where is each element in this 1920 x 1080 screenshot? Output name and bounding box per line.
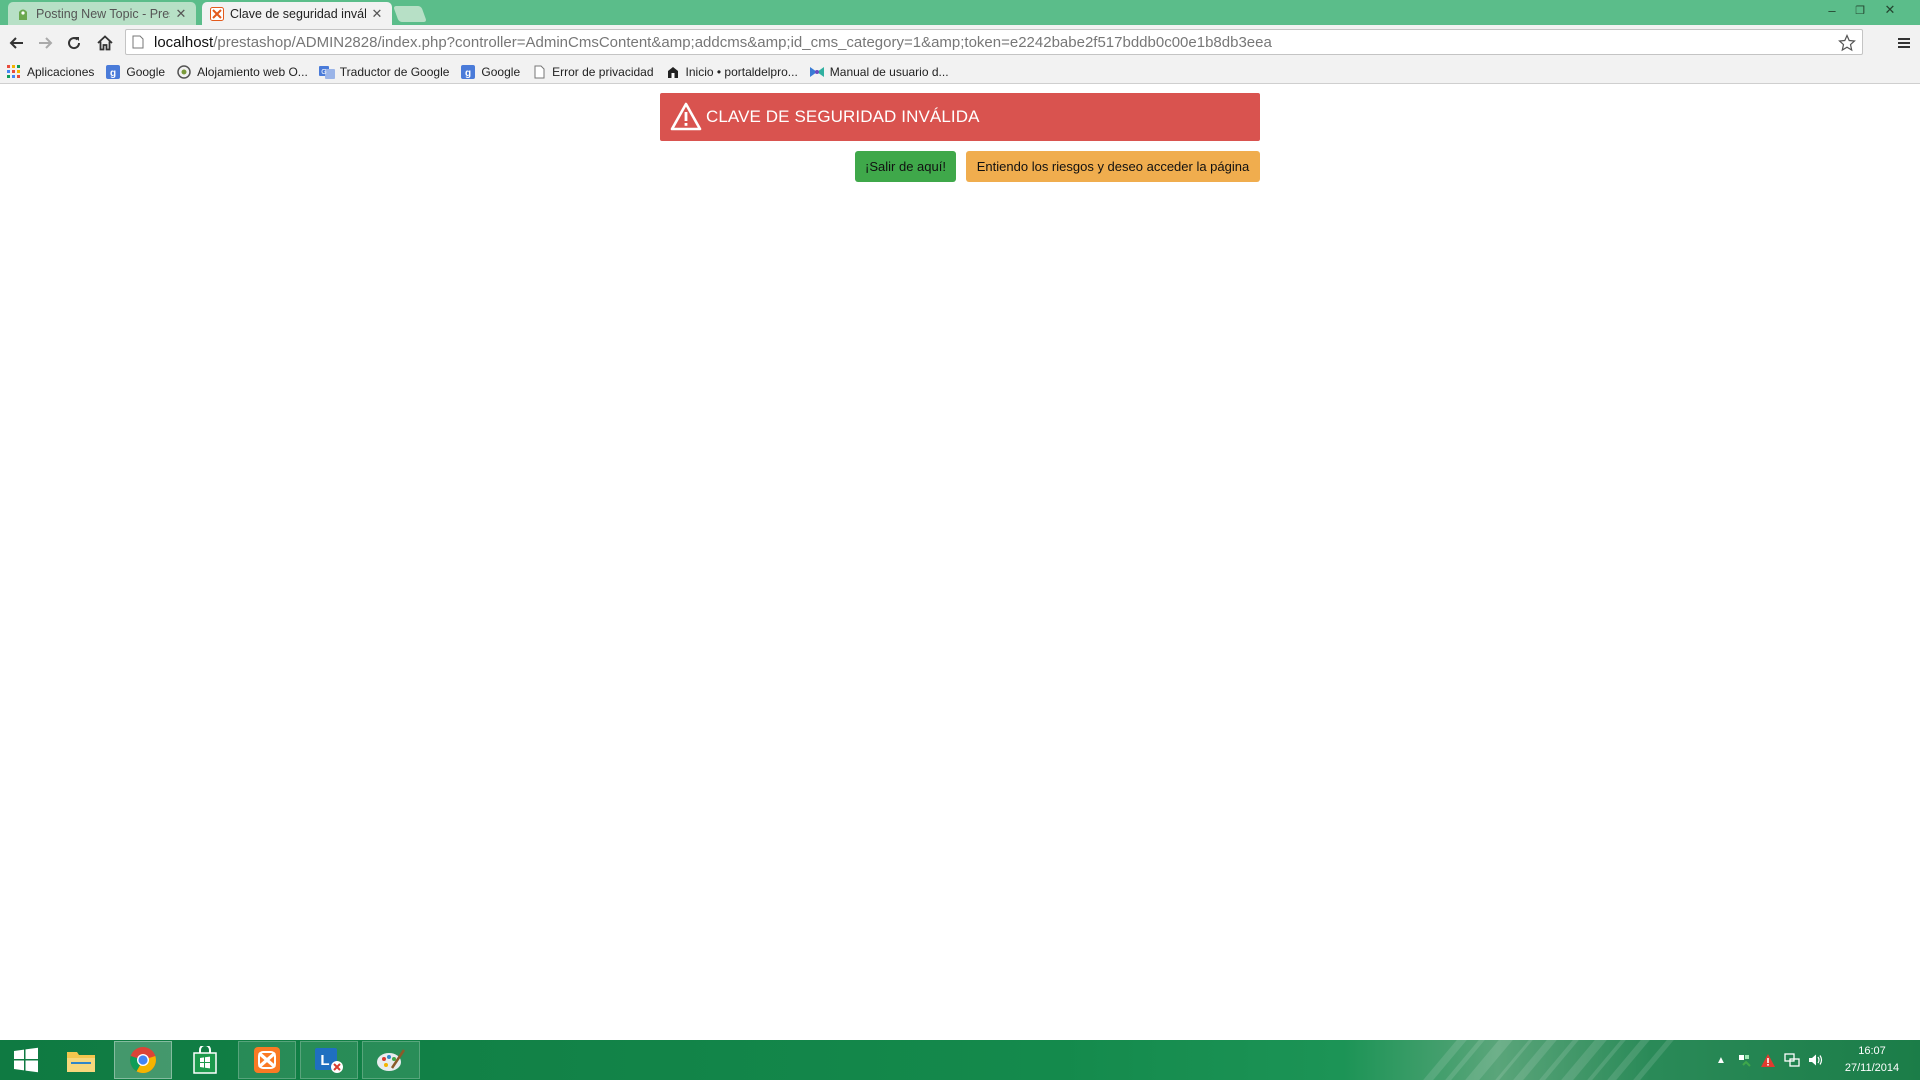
xampp-favicon-icon — [210, 6, 224, 21]
windows-taskbar: L ▲ 16:07 27/11/2014 — [0, 1040, 1920, 1080]
forward-arrow-icon — [39, 37, 53, 49]
taskbar-paint[interactable] — [362, 1041, 420, 1079]
show-hidden-icons-button[interactable]: ▲ — [1714, 1040, 1728, 1080]
browser-titlebar: Posting New Topic - Presta ✕ Clave de se… — [0, 0, 1920, 25]
apps-grid-icon — [6, 64, 22, 80]
tab-close-icon[interactable]: ✕ — [370, 6, 384, 22]
bookmark-google-2[interactable]: g Google — [460, 62, 520, 82]
tray-network-icon[interactable] — [1782, 1040, 1802, 1080]
prestashop-favicon-icon — [16, 7, 30, 21]
tab-title: Clave de seguridad inválid — [230, 6, 366, 21]
tab-close-icon[interactable]: ✕ — [174, 6, 188, 22]
chrome-menu-button[interactable] — [1893, 32, 1915, 54]
bookmark-label: Traductor de Google — [339, 64, 450, 79]
tray-volume-icon[interactable] — [1806, 1040, 1826, 1080]
close-icon: ✕ — [1884, 2, 1896, 17]
manual-icon — [809, 64, 825, 80]
url-host: localhost — [154, 33, 214, 51]
alert-message: CLAVE DE SEGURIDAD INVÁLIDA — [706, 107, 980, 126]
tab-clave-seguridad[interactable]: Clave de seguridad inválid ✕ — [202, 2, 392, 25]
svg-text:L: L — [320, 1052, 329, 1069]
reload-button[interactable] — [62, 31, 86, 55]
bookmark-aplicaciones[interactable]: Aplicaciones — [6, 62, 94, 82]
browser-toolbar: localhost/prestashop/ADMIN2828/index.php… — [0, 25, 1920, 60]
paint-icon — [377, 1049, 406, 1071]
hosting-icon — [176, 64, 192, 80]
minimize-button[interactable]: – — [1818, 0, 1846, 20]
bookmark-alojamiento[interactable]: Alojamiento web O... — [176, 62, 308, 82]
translate-icon: G — [318, 64, 335, 80]
taskbar-chrome[interactable] — [114, 1041, 172, 1079]
start-button[interactable] — [0, 1040, 52, 1080]
exit-button[interactable]: ¡Salir de aquí! — [855, 151, 956, 182]
bookmark-label: Google — [126, 64, 166, 79]
reload-icon — [68, 37, 81, 50]
bookmark-label: Aplicaciones — [27, 64, 95, 79]
bookmark-star-icon[interactable] — [1836, 32, 1858, 54]
home-icon — [97, 35, 113, 51]
clock-date: 27/11/2014 — [1844, 1062, 1900, 1074]
google-icon: g — [105, 64, 121, 80]
new-tab-button[interactable] — [393, 6, 427, 22]
tray-flag-icon[interactable] — [1734, 1040, 1754, 1080]
tab-title: Posting New Topic - Presta — [36, 6, 170, 21]
bookmarks-bar: Aplicaciones g Google Alojamiento web O.… — [0, 60, 1920, 84]
page-content: CLAVE DE SEGURIDAD INVÁLIDA ¡Salir de aq… — [0, 85, 1920, 1040]
hamburger-menu-icon — [1898, 38, 1910, 48]
taskbar-lync[interactable]: L — [300, 1041, 358, 1079]
bookmark-error-privacidad[interactable]: Error de privacidad — [531, 62, 654, 82]
store-icon — [193, 1046, 217, 1074]
clock-time: 16:07 — [1858, 1045, 1886, 1057]
portal-icon — [665, 64, 681, 80]
close-window-button[interactable]: ✕ — [1876, 0, 1904, 20]
forward-button[interactable] — [33, 31, 57, 55]
bookmark-manual[interactable]: Manual de usuario d... — [809, 62, 949, 82]
chrome-icon — [130, 1047, 156, 1074]
address-bar[interactable]: localhost/prestashop/ADMIN2828/index.php… — [125, 29, 1863, 55]
back-arrow-icon — [9, 37, 23, 49]
restore-icon: ❐ — [1855, 4, 1865, 17]
taskbar-file-explorer[interactable] — [52, 1041, 110, 1079]
restore-button[interactable]: ❐ — [1846, 0, 1874, 20]
bookmark-label: Alojamiento web O... — [197, 64, 308, 79]
invalid-token-alert: CLAVE DE SEGURIDAD INVÁLIDA — [660, 93, 1260, 141]
windows-logo-icon — [14, 1047, 38, 1073]
home-button[interactable] — [93, 31, 117, 55]
bookmark-traductor[interactable]: G Traductor de Google — [318, 62, 450, 82]
bookmark-label: Manual de usuario d... — [829, 64, 949, 79]
page-icon — [132, 35, 144, 49]
taskbar-store[interactable] — [176, 1041, 234, 1079]
tab-posting-new-topic[interactable]: Posting New Topic - Presta ✕ — [8, 2, 196, 25]
svg-text:g: g — [465, 68, 471, 79]
bookmark-portal[interactable]: Inicio • portaldelpro... — [665, 62, 798, 82]
taskbar-clock[interactable]: 16:07 27/11/2014 — [1830, 1043, 1914, 1077]
file-explorer-icon — [67, 1052, 95, 1072]
back-button[interactable] — [5, 31, 29, 55]
proceed-anyway-button[interactable]: Entiendo los riesgos y deseo acceder la … — [966, 151, 1260, 182]
svg-text:g: g — [110, 68, 116, 79]
svg-text:G: G — [321, 69, 326, 76]
lync-icon: L — [315, 1048, 343, 1073]
bookmark-label: Google — [481, 64, 521, 79]
bookmark-google[interactable]: g Google — [105, 62, 165, 82]
tray-warning-icon[interactable] — [1758, 1040, 1778, 1080]
taskbar-xampp[interactable] — [238, 1041, 296, 1079]
page-icon — [531, 64, 547, 80]
minimize-icon: – — [1828, 2, 1836, 18]
bookmark-label: Inicio • portaldelpro... — [685, 64, 798, 79]
google-icon: g — [460, 64, 476, 80]
warning-triangle-icon — [670, 102, 702, 131]
bookmark-label: Error de privacidad — [552, 64, 654, 79]
xampp-icon — [254, 1047, 280, 1073]
url-path: /prestashop/ADMIN2828/index.php?controll… — [213, 33, 1272, 51]
